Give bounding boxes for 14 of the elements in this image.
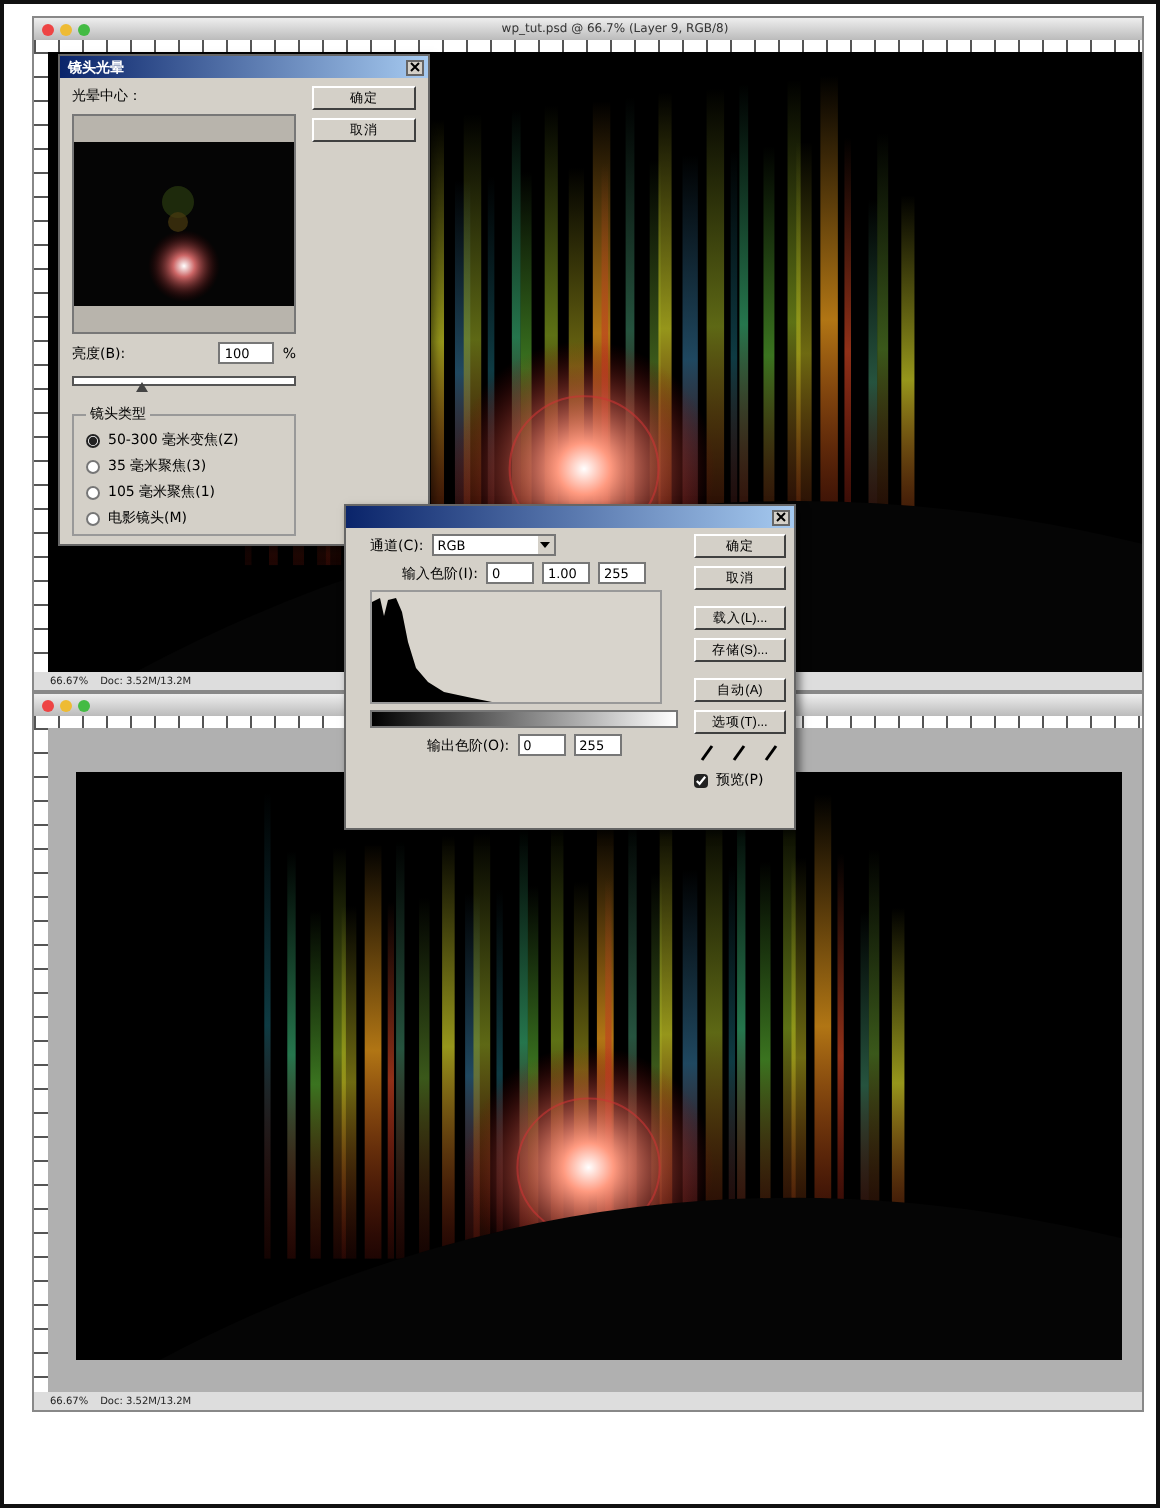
close-button[interactable] [406, 59, 424, 75]
radio-button[interactable] [86, 459, 100, 473]
radio-button[interactable] [86, 485, 100, 499]
radio-button[interactable] [86, 511, 100, 525]
caret-icon [540, 542, 551, 548]
preview-checkbox[interactable] [694, 773, 708, 787]
close-icon [410, 62, 420, 72]
brightness-slider-thumb[interactable] [136, 382, 149, 392]
close-light-icon[interactable] [42, 699, 54, 711]
close-icon [776, 512, 786, 522]
close-button[interactable] [772, 509, 790, 525]
close-light-icon[interactable] [42, 23, 54, 35]
flare-preview-drawing[interactable] [74, 142, 294, 306]
radio-button[interactable] [86, 433, 100, 447]
